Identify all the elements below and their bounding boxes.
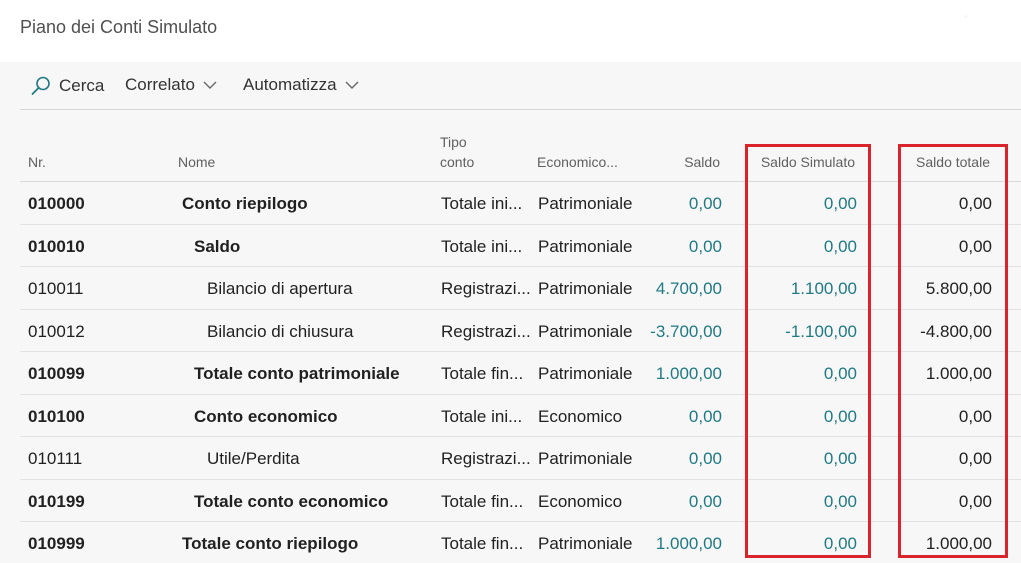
cell-economic: Patrimoniale xyxy=(538,321,633,341)
cell-balance[interactable]: 1.000,00 xyxy=(620,533,722,555)
total-balance-highlight xyxy=(898,144,1008,558)
cell-balance[interactable]: 1.000,00 xyxy=(620,363,722,385)
cell-economic: Patrimoniale xyxy=(538,534,633,553)
column-header-type-line2: conto xyxy=(440,154,475,170)
page-title: Piano dei Conti Simulato xyxy=(20,17,218,37)
chevron-down-icon xyxy=(203,81,217,89)
action-bar: Cerca Correlato Automatizza xyxy=(20,62,1021,110)
cell-name[interactable]: Bilancio di chiusura xyxy=(207,321,353,343)
cell-balance[interactable]: 0,00 xyxy=(620,193,722,215)
cell-account-type: Registrazi... xyxy=(441,279,531,298)
search-icon xyxy=(31,76,50,95)
cell-name[interactable]: Conto riepilogo xyxy=(182,193,308,215)
cell-account-type: Totale fin... xyxy=(441,534,524,553)
cell-balance[interactable]: -3.700,00 xyxy=(620,321,722,343)
cell-balance[interactable]: 0,00 xyxy=(620,491,722,513)
cell-balance[interactable]: 0,00 xyxy=(620,406,722,428)
cell-nr: 010111 xyxy=(28,449,83,468)
column-header-nr[interactable]: Nr. xyxy=(28,152,46,172)
cell-nr: 010011 xyxy=(28,279,84,298)
cell-name[interactable]: Totale conto riepilogo xyxy=(182,533,358,555)
cell-name[interactable]: Totale conto patrimoniale xyxy=(194,363,400,385)
search-button[interactable]: Cerca xyxy=(30,75,104,97)
cell-account-type: Totale ini... xyxy=(441,406,523,426)
chevron-down-icon xyxy=(345,81,359,89)
related-menu-button[interactable]: Correlato xyxy=(125,75,217,95)
window-dots: ⋅ xyxy=(964,12,967,21)
cell-account-type: Totale ini... xyxy=(441,194,523,213)
cell-name[interactable]: Conto economico xyxy=(194,406,338,428)
cell-account-type: Totale fin... xyxy=(441,364,524,383)
cell-nr: 010010 xyxy=(28,236,85,256)
cell-nr: 010199 xyxy=(28,491,85,511)
related-label: Correlato xyxy=(125,75,195,94)
cell-balance[interactable]: 0,00 xyxy=(620,448,722,470)
title-bar: Piano dei Conti Simulato ⋅ xyxy=(0,0,1021,62)
automate-label: Automatizza xyxy=(243,75,337,94)
cell-name[interactable]: Bilancio di apertura xyxy=(207,278,353,300)
cell-economic: Patrimoniale xyxy=(538,364,633,383)
column-header-economic[interactable]: Economico... xyxy=(537,152,618,172)
column-header-balance[interactable]: Saldo xyxy=(620,152,720,172)
cell-account-type: Totale fin... xyxy=(441,491,524,511)
cell-economic: Economico xyxy=(538,406,623,426)
simulated-balance-highlight xyxy=(745,144,871,558)
automate-menu-button[interactable]: Automatizza xyxy=(243,75,359,95)
cell-nr: 010100 xyxy=(28,406,85,426)
column-header-type-line1: Tipo xyxy=(440,134,467,150)
cell-balance[interactable]: 4.700,00 xyxy=(620,278,722,300)
cell-nr: 010012 xyxy=(28,321,85,341)
cell-economic: Patrimoniale xyxy=(538,279,633,298)
cell-balance[interactable]: 0,00 xyxy=(620,236,722,258)
column-header-type[interactable]: Tipo conto xyxy=(440,132,474,172)
cell-nr: 010000 xyxy=(28,194,85,213)
cell-economic: Patrimoniale xyxy=(538,236,633,256)
cell-economic: Economico xyxy=(538,491,623,511)
cell-economic: Patrimoniale xyxy=(538,449,633,468)
cell-nr: 010099 xyxy=(28,364,85,383)
search-label: Cerca xyxy=(59,76,105,95)
cell-economic: Patrimoniale xyxy=(538,194,633,213)
cell-account-type: Registrazi... xyxy=(441,321,531,341)
cell-account-type: Registrazi... xyxy=(441,449,531,468)
cell-name[interactable]: Saldo xyxy=(194,236,240,258)
column-header-name[interactable]: Nome xyxy=(178,152,215,172)
cell-name[interactable]: Utile/Perdita xyxy=(207,448,300,470)
cell-name[interactable]: Totale conto economico xyxy=(194,491,388,513)
cell-nr: 010999 xyxy=(28,534,85,553)
cell-account-type: Totale ini... xyxy=(441,236,523,256)
